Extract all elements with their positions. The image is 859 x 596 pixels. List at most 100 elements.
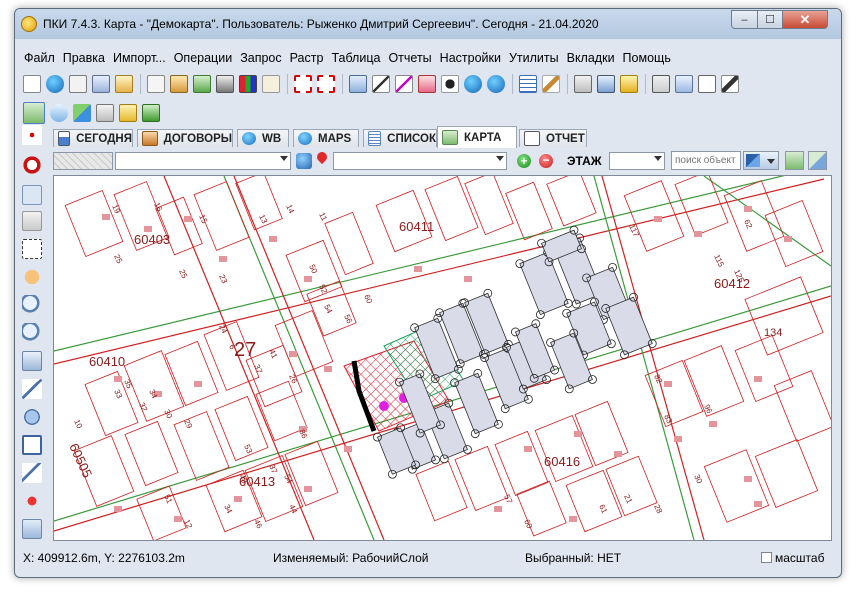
menu-query[interactable]: Запрос bbox=[236, 48, 285, 68]
clipboard-icon[interactable] bbox=[115, 75, 133, 93]
parcel-outline bbox=[764, 199, 824, 268]
select-area-icon[interactable] bbox=[294, 75, 312, 93]
copy-icon[interactable] bbox=[349, 75, 367, 93]
refresh-icon[interactable] bbox=[296, 153, 312, 169]
pen-icon[interactable] bbox=[721, 75, 739, 93]
hand-icon[interactable] bbox=[22, 267, 42, 287]
forward-icon[interactable] bbox=[142, 104, 160, 122]
text-tool-icon[interactable] bbox=[22, 519, 42, 539]
curve-icon[interactable] bbox=[22, 463, 42, 483]
maximize-button[interactable]: ☐ bbox=[757, 10, 783, 29]
menu-table[interactable]: Таблица bbox=[327, 48, 384, 68]
erase-icon[interactable] bbox=[418, 75, 436, 93]
menu-utilities[interactable]: Утилиты bbox=[505, 48, 563, 68]
main-toolbar bbox=[23, 72, 744, 96]
print-icon[interactable] bbox=[147, 75, 165, 93]
map-layers-button[interactable] bbox=[785, 151, 804, 170]
globe-icon[interactable] bbox=[46, 75, 64, 93]
building-patch bbox=[744, 206, 752, 212]
menu-reports[interactable]: Отчеты bbox=[384, 48, 435, 68]
parcel-outline bbox=[546, 176, 597, 227]
tab-report[interactable]: ОТЧЕТ bbox=[519, 129, 587, 147]
db-icon[interactable] bbox=[216, 75, 234, 93]
crosshair-icon[interactable] bbox=[22, 125, 42, 145]
line-tool-icon[interactable] bbox=[372, 75, 390, 93]
window-icon[interactable] bbox=[652, 75, 670, 93]
map-preview-thumb[interactable] bbox=[53, 152, 113, 170]
globe-search-icon[interactable] bbox=[464, 75, 482, 93]
tab-list[interactable]: СПИСОК bbox=[363, 129, 437, 147]
polyline-icon[interactable] bbox=[22, 379, 42, 399]
menu-file[interactable]: Файл bbox=[20, 48, 59, 68]
document-icon[interactable] bbox=[698, 75, 716, 93]
map-settings-button[interactable] bbox=[808, 151, 827, 170]
measure-icon[interactable] bbox=[395, 75, 413, 93]
select-cursor-icon[interactable] bbox=[22, 239, 42, 259]
close-button[interactable]: ✕ bbox=[782, 10, 828, 29]
tab-wb[interactable]: WB bbox=[237, 129, 289, 147]
menu-tabs[interactable]: Вкладки bbox=[563, 48, 619, 68]
globe-icon bbox=[242, 132, 256, 145]
export-icon[interactable] bbox=[193, 75, 211, 93]
location-pin-icon[interactable] bbox=[314, 149, 330, 165]
polygon-icon[interactable] bbox=[22, 407, 42, 427]
windows-icon[interactable] bbox=[574, 75, 592, 93]
folder-open-icon[interactable] bbox=[119, 104, 137, 122]
building-patch bbox=[102, 214, 110, 220]
form-icon[interactable] bbox=[92, 75, 110, 93]
floor-select[interactable] bbox=[609, 152, 665, 170]
building-patch bbox=[114, 506, 122, 512]
tab-map[interactable]: КАРТА bbox=[437, 126, 517, 148]
map-canvas[interactable]: 60403 60411 60412 60410 27 60505 60413 60416 134… bbox=[53, 175, 832, 541]
menu-operations[interactable]: Операции bbox=[170, 48, 236, 68]
arrows-icon[interactable] bbox=[73, 104, 91, 122]
add-area-icon[interactable] bbox=[317, 75, 335, 93]
menu-import[interactable]: Импорт... bbox=[109, 48, 170, 68]
remove-floor-button[interactable]: − bbox=[539, 154, 553, 168]
menu-help[interactable]: Помощь bbox=[619, 48, 675, 68]
menu-settings[interactable]: Настройки bbox=[436, 48, 505, 68]
doc-check-icon[interactable] bbox=[96, 104, 114, 122]
select-rect-icon[interactable] bbox=[22, 211, 42, 231]
title-bar[interactable]: ПКИ 7.4.3. Карта - "Демокарта". Пользова… bbox=[15, 9, 841, 39]
chart-icon[interactable] bbox=[675, 75, 693, 93]
search-object-input[interactable] bbox=[671, 151, 741, 170]
rectangle-icon[interactable] bbox=[22, 435, 42, 455]
tab-maps[interactable]: MAPS bbox=[293, 129, 359, 147]
cadastral-map[interactable]: 6040360411604126041027605056041360416134… bbox=[54, 176, 831, 540]
tab-contracts[interactable]: ДОГОВОРЫ bbox=[137, 129, 233, 147]
info-icon[interactable] bbox=[50, 104, 68, 122]
zoom-out-icon[interactable] bbox=[22, 323, 42, 343]
tab-today[interactable]: СЕГОДНЯ bbox=[53, 129, 133, 147]
minimize-button[interactable]: – bbox=[731, 10, 758, 29]
stop-icon[interactable] bbox=[22, 155, 42, 175]
xml-icon[interactable] bbox=[597, 75, 615, 93]
parcel-number: 14 bbox=[284, 203, 296, 215]
scale-checkbox[interactable] bbox=[761, 552, 772, 563]
point-icon[interactable] bbox=[441, 75, 459, 93]
table-icon[interactable] bbox=[519, 75, 537, 93]
card-icon[interactable] bbox=[69, 75, 87, 93]
upload-icon[interactable] bbox=[620, 75, 638, 93]
brush-icon[interactable] bbox=[542, 75, 560, 93]
layers-icon[interactable] bbox=[239, 75, 257, 93]
search-options-button[interactable] bbox=[743, 151, 779, 170]
new-document-icon[interactable] bbox=[23, 75, 41, 93]
building-patch bbox=[694, 231, 702, 237]
block-label: 60410 bbox=[89, 354, 125, 369]
globe-link-icon[interactable] bbox=[487, 75, 505, 93]
add-floor-button[interactable]: + bbox=[517, 154, 531, 168]
menu-edit[interactable]: Правка bbox=[59, 48, 109, 68]
menu-raster[interactable]: Растр bbox=[286, 48, 328, 68]
parcel-outline bbox=[454, 445, 509, 512]
block-label: 60416 bbox=[544, 454, 580, 469]
map-view-icon[interactable] bbox=[23, 102, 45, 124]
pin-icon[interactable] bbox=[22, 491, 42, 511]
zoom-in-icon[interactable] bbox=[22, 295, 42, 315]
zoom-extent-icon[interactable] bbox=[22, 351, 42, 371]
folder-icon[interactable] bbox=[170, 75, 188, 93]
layer-select[interactable] bbox=[115, 152, 291, 170]
pointer-icon[interactable] bbox=[22, 185, 42, 205]
object-select[interactable] bbox=[333, 152, 507, 170]
edit-icon[interactable] bbox=[262, 75, 280, 93]
